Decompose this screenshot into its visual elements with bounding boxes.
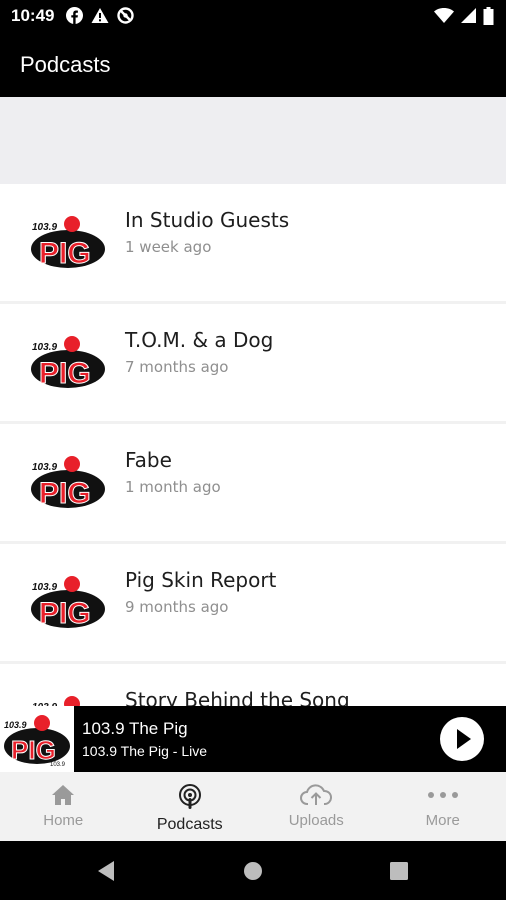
- podcast-name: T.O.M. & a Dog: [125, 328, 274, 352]
- logo-frequency: 103.9: [4, 720, 27, 730]
- app-bar: Podcasts: [0, 32, 506, 97]
- station-logo: 103.9 PIG: [31, 336, 105, 389]
- podcast-list[interactable]: 103.9 PIG In Studio Guests 1 week ago 10…: [0, 184, 506, 706]
- recents-icon[interactable]: [390, 862, 408, 880]
- logo-word: PIG: [39, 597, 91, 629]
- page-title: Podcasts: [20, 52, 111, 77]
- system-navigation-bar: [0, 841, 506, 900]
- player-subtitle: 103.9 The Pig - Live: [82, 743, 208, 759]
- podcast-item-fabe[interactable]: 103.9 PIG Fabe 1 month ago: [0, 424, 506, 541]
- tab-label: Home: [43, 812, 84, 829]
- logo-frequency: 103.9: [32, 342, 57, 353]
- logo-word: PIG: [39, 237, 91, 269]
- more-icon: [427, 792, 458, 798]
- tab-uploads[interactable]: Uploads: [253, 772, 380, 841]
- play-button[interactable]: [440, 717, 484, 761]
- podcast-updated: 7 months ago: [125, 358, 229, 376]
- podcast-name: Pig Skin Report: [125, 568, 277, 592]
- station-logo: 103.9 PIG: [31, 576, 105, 629]
- station-logo: 103.9 PIG 103.9: [4, 715, 70, 768]
- tab-label: Uploads: [288, 812, 344, 829]
- warning-icon: [91, 8, 109, 23]
- no-entry-icon: [117, 7, 134, 24]
- logo-word: PIG: [39, 357, 91, 389]
- podcast-item-story-behind-the-song[interactable]: 103.9 PIG Story Behind the Song: [0, 664, 506, 706]
- logo-frequency-bottom: 103.9: [50, 762, 66, 768]
- podcast-icon: [178, 784, 201, 809]
- logo-frequency: 103.9: [32, 462, 57, 473]
- facebook-icon: [66, 7, 83, 24]
- podcast-item-tom-and-a-dog[interactable]: 103.9 PIG T.O.M. & a Dog 7 months ago: [0, 304, 506, 421]
- status-bar: 10:49: [0, 0, 506, 32]
- tab-more[interactable]: More: [380, 772, 506, 841]
- upload-cloud-icon: [300, 784, 333, 805]
- podcast-item-pig-skin-report[interactable]: 103.9 PIG Pig Skin Report 9 months ago: [0, 544, 506, 661]
- podcast-updated: 1 week ago: [125, 238, 212, 256]
- podcast-name: In Studio Guests: [125, 208, 290, 232]
- station-logo: 103.9 PIG: [31, 456, 105, 509]
- podcast-updated: 9 months ago: [125, 598, 229, 616]
- logo-frequency: 103.9: [32, 222, 57, 233]
- podcast-name: Fabe: [125, 448, 172, 472]
- bottom-navigation: Home Podcasts Uploads More: [0, 772, 506, 841]
- podcast-item-in-studio-guests[interactable]: 103.9 PIG In Studio Guests 1 week ago: [0, 184, 506, 301]
- logo-word: PIG: [39, 477, 91, 509]
- wifi-icon: [434, 8, 454, 23]
- player-artwork: 103.9 PIG 103.9: [0, 706, 74, 772]
- player-title: 103.9 The Pig: [82, 719, 188, 738]
- mini-player[interactable]: 103.9 PIG 103.9 103.9 The Pig 103.9 The …: [0, 706, 506, 772]
- play-icon: [457, 729, 471, 749]
- home-circle-icon[interactable]: [243, 861, 263, 881]
- logo-word: PIG: [11, 735, 56, 765]
- logo-frequency: 103.9: [32, 582, 57, 593]
- podcast-name: Story Behind the Song: [125, 688, 350, 706]
- tab-label: More: [425, 812, 460, 829]
- station-logo: 103.9 PIG: [32, 696, 80, 706]
- battery-icon: [483, 7, 494, 25]
- station-logo: 103.9 PIG: [31, 216, 105, 269]
- tab-home[interactable]: Home: [0, 772, 127, 841]
- status-time: 10:49: [11, 6, 55, 25]
- podcast-updated: 1 month ago: [125, 478, 221, 496]
- back-icon[interactable]: [96, 860, 116, 882]
- home-icon: [52, 785, 75, 805]
- signal-icon: [461, 8, 476, 23]
- tab-podcasts[interactable]: Podcasts: [127, 772, 254, 841]
- tab-label: Podcasts: [156, 816, 223, 833]
- banner-placeholder: [0, 97, 506, 184]
